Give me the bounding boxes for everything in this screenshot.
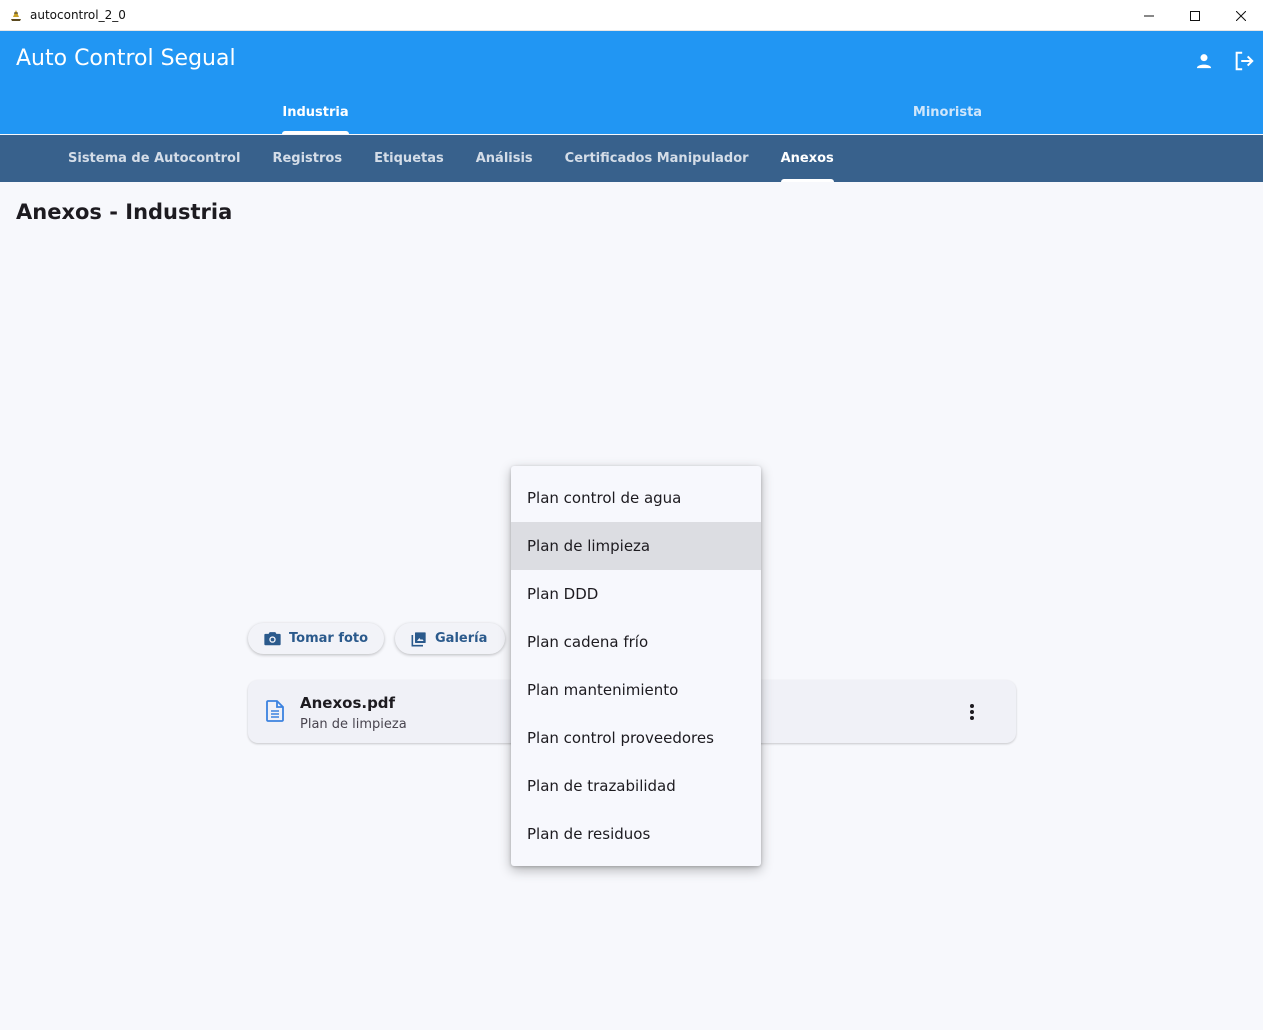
close-icon <box>1236 10 1246 21</box>
menu-item-plan-limpieza[interactable]: Plan de limpieza <box>511 522 761 570</box>
more-vert-icon <box>970 704 974 720</box>
subtab-analisis[interactable]: Análisis <box>460 135 549 182</box>
subtab-registros[interactable]: Registros <box>256 135 358 182</box>
tab-minorista[interactable]: Minorista <box>632 91 1263 134</box>
subtab-etiquetas[interactable]: Etiquetas <box>358 135 460 182</box>
person-icon <box>1196 54 1212 69</box>
menu-item-plan-control-agua[interactable]: Plan control de agua <box>511 474 761 522</box>
app-icon <box>11 10 21 21</box>
logout-button[interactable] <box>1228 45 1260 77</box>
category-menu: Plan control de agua Plan de limpieza Pl… <box>511 466 761 866</box>
document-icon <box>266 700 284 722</box>
menu-item-plan-control-proveedores[interactable]: Plan control proveedores <box>511 714 761 762</box>
menu-item-plan-cadena-frio[interactable]: Plan cadena frío <box>511 618 761 666</box>
more-options-button[interactable] <box>960 700 984 724</box>
subtab-sistema-autocontrol[interactable]: Sistema de Autocontrol <box>52 135 256 182</box>
minimize-button[interactable] <box>1126 0 1172 31</box>
menu-item-plan-residuos[interactable]: Plan de residuos <box>511 810 761 858</box>
gallery-label: Galería <box>435 631 488 646</box>
take-photo-button[interactable]: Tomar foto <box>248 623 384 654</box>
subtab-anexos[interactable]: Anexos <box>765 135 850 182</box>
file-name: Anexos.pdf <box>300 694 396 712</box>
gallery-icon <box>411 631 426 646</box>
minimize-icon <box>1144 15 1154 16</box>
tab-industria[interactable]: Industria <box>0 91 631 134</box>
camera-icon <box>264 632 281 646</box>
app-bar: Auto Control Segual Industria Minorista <box>0 31 1263 134</box>
window-title: autocontrol_2_0 <box>30 8 126 22</box>
menu-item-plan-mantenimiento[interactable]: Plan mantenimiento <box>511 666 761 714</box>
maximize-button[interactable] <box>1172 0 1218 31</box>
file-category: Plan de limpieza <box>300 717 407 732</box>
subtab-certificados[interactable]: Certificados Manipulador <box>549 135 765 182</box>
tab-industria-label: Industria <box>282 91 349 134</box>
tab-minorista-label: Minorista <box>912 105 983 120</box>
close-button[interactable] <box>1218 0 1263 31</box>
page-title: Anexos - Industria <box>16 200 233 224</box>
menu-item-plan-ddd[interactable]: Plan DDD <box>511 570 761 618</box>
profile-button[interactable] <box>1188 45 1220 77</box>
take-photo-label: Tomar foto <box>289 631 369 646</box>
sub-tab-bar: Sistema de Autocontrol Registros Etiquet… <box>0 135 1263 182</box>
menu-item-plan-trazabilidad[interactable]: Plan de trazabilidad <box>511 762 761 810</box>
window-titlebar: autocontrol_2_0 <box>0 0 1263 31</box>
logout-icon <box>1235 51 1254 71</box>
app-title: Auto Control Segual <box>16 46 236 71</box>
maximize-icon <box>1190 10 1200 21</box>
gallery-button[interactable]: Galería <box>395 623 505 654</box>
